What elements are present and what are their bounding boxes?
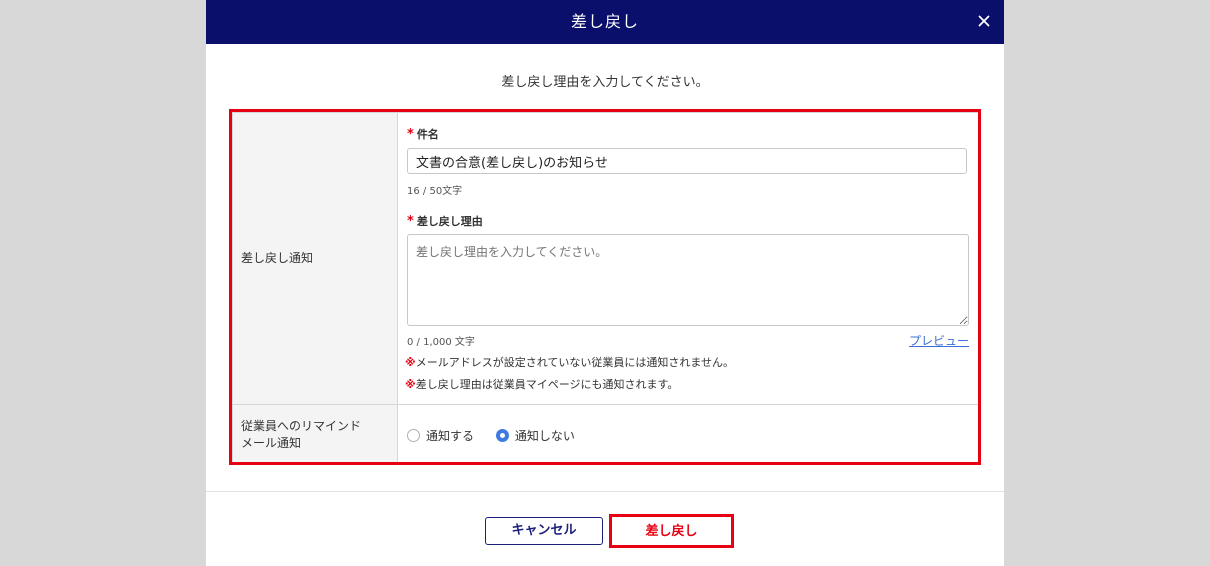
radio-no-notify-label: 通知しない xyxy=(514,429,575,443)
note-mypage: ※差し戻し理由は従業員マイページにも通知されます。 xyxy=(405,376,678,392)
dialog-title: 差し戻し xyxy=(570,12,639,31)
return-button[interactable]: 差し戻し xyxy=(609,514,734,548)
subject-label-text: 件名 xyxy=(416,128,439,141)
cancel-button[interactable]: キャンセル xyxy=(485,517,603,545)
reason-counter: 0 / 1,000 文字 xyxy=(407,337,475,348)
reminder-label: 従業員へのリマインド メール通知 xyxy=(241,418,361,452)
radio-notify[interactable]: 通知する xyxy=(407,427,474,444)
note-mark: ※ xyxy=(405,378,416,391)
subject-label: * 件名 xyxy=(407,126,439,142)
note-email: ※メールアドレスが設定されていない従業員には通知されません。 xyxy=(405,354,734,370)
subject-counter: 16 / 50文字 xyxy=(407,186,463,197)
footer-divider xyxy=(206,491,1004,492)
return-dialog: 差し戻し 差し戻し理由を入力してください。 差し戻し通知 *件名 16 / 50… xyxy=(206,0,1004,566)
radio-no-notify[interactable]: 通知しない xyxy=(495,427,575,444)
radio-circle[interactable] xyxy=(407,429,420,442)
close-icon[interactable] xyxy=(972,9,996,33)
note-email-text: メールアドレスが設定されていない従業員には通知されません。 xyxy=(415,356,735,369)
notification-label: 差し戻し通知 xyxy=(241,251,314,265)
return-form: 差し戻し通知 *件名 16 / 50文字 *差し戻し理由 0 / 1,000 文… xyxy=(232,112,980,464)
reason-label: * 差し戻し理由 xyxy=(407,213,483,229)
reminder-label-line2: メール通知 xyxy=(241,436,302,450)
required-mark: * xyxy=(407,127,414,142)
subject-input[interactable] xyxy=(407,148,967,174)
radio-notify-label: 通知する xyxy=(426,429,475,443)
reminder-label-line1: 従業員へのリマインド xyxy=(241,419,362,433)
notification-label-cell: 差し戻し通知 xyxy=(233,113,398,404)
preview-link[interactable]: プレビュー xyxy=(909,332,969,349)
instruction-text: 差し戻し理由を入力してください。 xyxy=(501,75,709,90)
reminder-row: 従業員へのリマインド メール通知 通知する 通知しない xyxy=(233,405,979,463)
note-mark: ※ xyxy=(405,356,416,369)
reminder-label-cell: 従業員へのリマインド メール通知 xyxy=(233,405,398,463)
reason-label-text: 差し戻し理由 xyxy=(416,215,483,228)
dialog-header: 差し戻し xyxy=(206,0,1004,44)
note-mypage-text: 差し戻し理由は従業員マイページにも通知されます。 xyxy=(415,378,679,391)
notification-row: 差し戻し通知 *件名 16 / 50文字 *差し戻し理由 0 / 1,000 文… xyxy=(233,113,979,405)
radio-circle-selected[interactable] xyxy=(495,429,509,442)
required-mark: * xyxy=(407,214,414,229)
reminder-radio-group: 通知する 通知しない xyxy=(407,427,593,447)
reason-textarea[interactable] xyxy=(407,234,969,326)
